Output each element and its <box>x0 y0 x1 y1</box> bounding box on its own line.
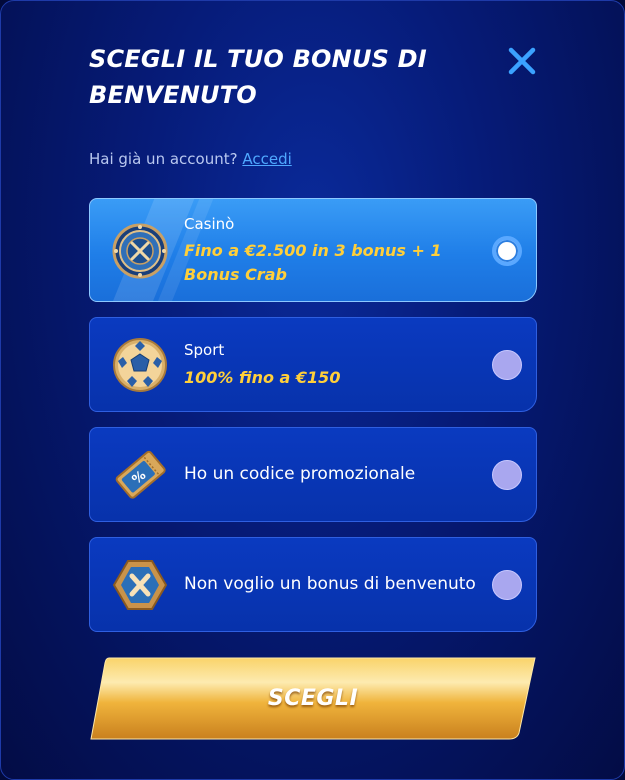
close-icon <box>508 47 536 75</box>
option-label: Ho un codice promozionale <box>184 464 416 484</box>
option-subtitle: 100% fino a €150 <box>184 368 341 387</box>
choose-button[interactable]: SCEGLI <box>89 657 537 740</box>
option-label: Casinò <box>184 215 235 233</box>
close-button[interactable] <box>504 43 540 79</box>
radio-casino[interactable] <box>492 236 522 266</box>
radio-promo-code[interactable] <box>492 460 522 490</box>
account-prompt-line: Hai già un account? Accedi <box>89 150 292 168</box>
promo-ticket-icon: % <box>115 450 166 499</box>
option-no-bonus[interactable]: Non voglio un bonus di benvenuto <box>89 537 537 632</box>
account-prompt-text: Hai già un account? <box>89 150 238 168</box>
option-sport[interactable]: Sport 100% fino a €150 <box>89 317 537 412</box>
radio-sport[interactable] <box>492 350 522 380</box>
choose-button-label: SCEGLI <box>267 686 359 711</box>
modal-title: SCEGLI IL TUO BONUS DI BENVENUTO <box>89 45 427 109</box>
option-casino[interactable]: Casinò Fino a €2.500 in 3 bonus + 1 Bonu… <box>89 198 537 302</box>
radio-no-bonus[interactable] <box>492 570 522 600</box>
option-promo-code[interactable]: % Ho un codice promozionale <box>89 427 537 522</box>
soccer-ball-icon <box>113 338 167 392</box>
option-label: Sport <box>184 341 225 359</box>
option-subtitle: Fino a €2.500 in 3 bonus + 1 Bonus Crab <box>184 241 442 284</box>
login-link[interactable]: Accedi <box>242 150 291 168</box>
no-bonus-x-icon <box>112 560 168 610</box>
casino-chip-icon <box>112 223 168 279</box>
option-label: Non voglio un bonus di benvenuto <box>184 574 476 594</box>
welcome-bonus-modal: SCEGLI IL TUO BONUS DI BENVENUTO Hai già… <box>0 0 625 780</box>
